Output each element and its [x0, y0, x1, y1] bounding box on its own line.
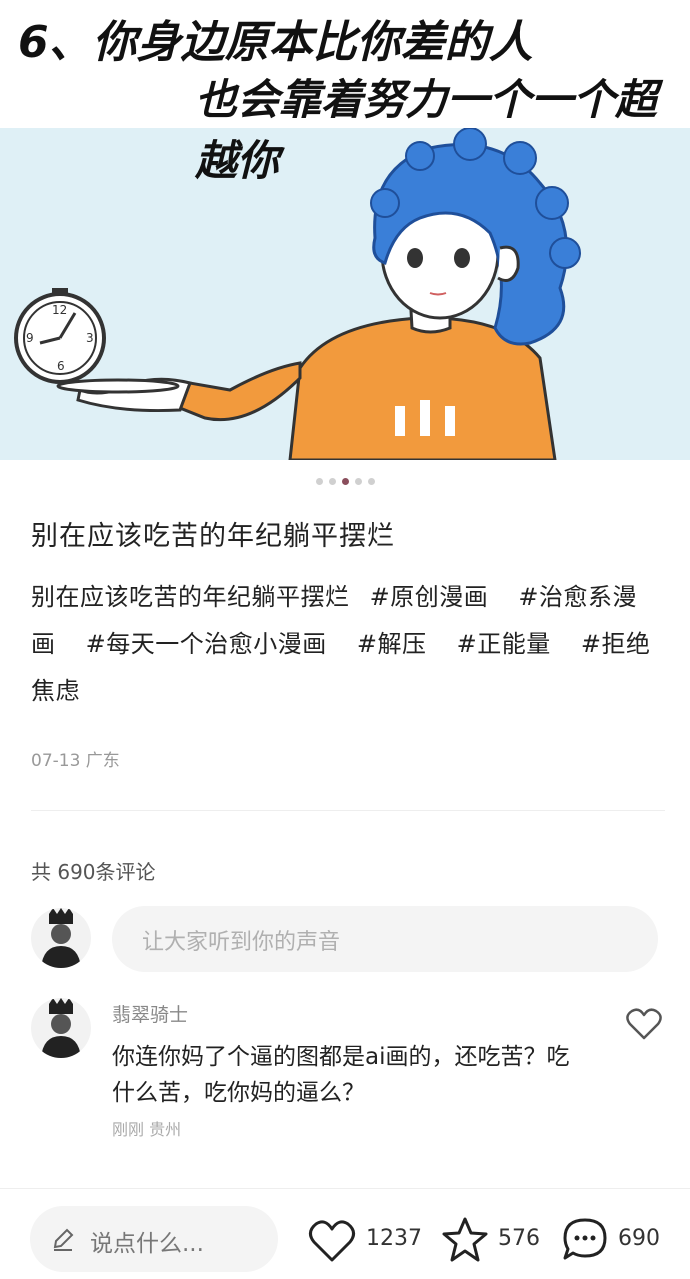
post-description: 别在应该吃苦的年纪躺平摆烂 #原创漫画 #治愈系漫画 #每天一个治愈小漫画 #解… — [31, 574, 661, 715]
like-count: 1237 — [366, 1226, 422, 1251]
comment-input-placeholder: 让大家听到你的声音 — [142, 930, 341, 955]
like-button[interactable]: 1237 — [306, 1212, 422, 1268]
avatar-icon — [41, 998, 81, 1058]
pencil-icon — [53, 1228, 74, 1251]
divider — [31, 810, 665, 811]
hashtag[interactable]: #解压 — [357, 630, 427, 658]
post-image[interactable]: 6、你身边原本比你差的人 也会靠着努力一个一个超越你 12 3 6 9 — [0, 0, 690, 460]
svg-text:12: 12 — [52, 303, 67, 317]
comment-text: 你连你妈了个逼的图都是ai画的，还吃苦？吃什么苦，吃你妈的逼么？ — [112, 1044, 570, 1106]
svg-text:6: 6 — [57, 359, 65, 373]
hashtag[interactable]: #原创漫画 — [370, 583, 489, 611]
commenter-name[interactable]: 翡翠骑士 — [112, 1000, 188, 1027]
commenter-avatar[interactable] — [31, 998, 91, 1058]
svg-text:3: 3 — [86, 331, 94, 345]
comment-total: 690 — [618, 1226, 660, 1251]
hashtag[interactable]: #正能量 — [457, 630, 551, 658]
carousel-dot[interactable] — [315, 478, 323, 485]
post-title: 别在应该吃苦的年纪躺平摆烂 — [31, 521, 395, 552]
carousel-dot[interactable] — [367, 478, 375, 485]
avatar[interactable] — [31, 908, 91, 968]
avatar-icon — [41, 908, 81, 968]
carousel-dot[interactable] — [354, 478, 362, 485]
say-something-input[interactable]: 说点什么... — [30, 1206, 278, 1272]
favorite-count: 576 — [498, 1226, 540, 1251]
image-caption-line1: 6、你身边原本比你差的人 — [18, 17, 533, 68]
bottom-bar-divider — [0, 1188, 690, 1189]
comment-input[interactable]: 让大家听到你的声音 — [112, 906, 658, 972]
star-icon — [442, 1217, 488, 1262]
carousel-indicator[interactable] — [0, 478, 690, 485]
heart-icon — [309, 1220, 355, 1262]
svg-text:9: 9 — [26, 331, 34, 345]
illustration: 12 3 6 9 — [14, 128, 581, 460]
favorite-button[interactable]: 576 — [440, 1212, 540, 1268]
comment-meta: 刚刚 贵州 — [112, 1120, 182, 1139]
comment-button[interactable]: 690 — [560, 1212, 670, 1268]
carousel-dot[interactable] — [328, 478, 336, 485]
say-something-placeholder: 说点什么... — [90, 1231, 204, 1257]
comment-count: 共 690条评论 — [31, 860, 156, 884]
comment-like-icon[interactable] — [624, 1004, 664, 1044]
post-meta: 07-13 广东 — [31, 751, 120, 771]
chat-bubble-icon — [563, 1218, 607, 1260]
carousel-dot[interactable] — [341, 478, 349, 485]
post-desc-text: 别在应该吃苦的年纪躺平摆烂 — [31, 583, 350, 611]
hashtag[interactable]: #每天一个治愈小漫画 — [86, 630, 327, 658]
